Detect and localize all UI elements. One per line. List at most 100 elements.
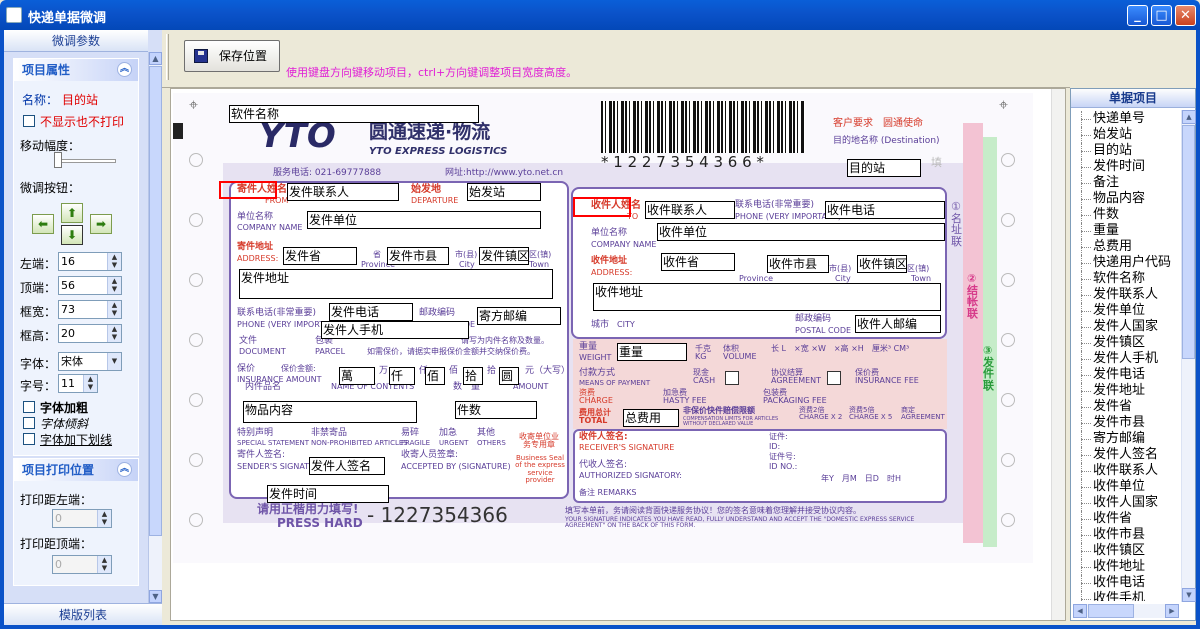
tree-item[interactable]: 收件省 bbox=[1075, 511, 1179, 527]
field-contents[interactable]: 物品内容 bbox=[243, 401, 417, 423]
field-total-fee[interactable]: 总费用 bbox=[623, 409, 679, 427]
font-dropdown-icon[interactable]: ▼ bbox=[107, 353, 121, 370]
height-input[interactable]: 20 ▲ ▼ bbox=[58, 324, 122, 343]
tree-item[interactable]: 物品内容 bbox=[1075, 191, 1179, 207]
print-top-spinner[interactable]: ▲ ▼ bbox=[97, 556, 111, 573]
scroll-down-icon[interactable]: ▼ bbox=[1182, 588, 1196, 602]
tree-item[interactable]: 总费用 bbox=[1075, 239, 1179, 255]
tree-item[interactable]: 发件人手机 bbox=[1075, 351, 1179, 367]
left-spinner[interactable]: ▲ ▼ bbox=[107, 253, 121, 270]
field-sender-district[interactable]: 发件镇区 bbox=[479, 247, 529, 265]
field-receiver-phone[interactable]: 收件电话 bbox=[825, 201, 945, 219]
field-pieces[interactable]: 件数 bbox=[455, 401, 537, 419]
tree-item[interactable]: 发件镇区 bbox=[1075, 335, 1179, 351]
field-receiver-province[interactable]: 收件省 bbox=[661, 253, 735, 271]
left-panel-scrollbar[interactable]: ▲ ▼ bbox=[148, 52, 162, 603]
field-origin[interactable]: 始发站 bbox=[467, 183, 541, 201]
cash-checkbox[interactable] bbox=[725, 371, 739, 385]
move-left-button[interactable]: ⬅ bbox=[32, 214, 54, 234]
tree-item[interactable]: 件数 bbox=[1075, 207, 1179, 223]
field-sender-address[interactable]: 发件地址 bbox=[239, 269, 553, 299]
size-spinner[interactable]: ▲ ▼ bbox=[83, 375, 97, 392]
canvas-scrollbar[interactable] bbox=[1051, 89, 1065, 620]
tree-item[interactable]: 软件名称 bbox=[1075, 271, 1179, 287]
items-tree[interactable]: 快递单号 始发站 目的站 发件时间 备注 物品内容 件数 重量 总费用 快递用户代码 软件名称 发件联… bbox=[1075, 111, 1179, 601]
minimize-button[interactable]: _ bbox=[1127, 5, 1148, 26]
scroll-up-icon[interactable]: ▲ bbox=[149, 52, 162, 65]
field-sender-province[interactable]: 发件省 bbox=[283, 247, 357, 265]
tree-item[interactable]: 发件联系人 bbox=[1075, 287, 1179, 303]
move-range-slider[interactable] bbox=[54, 152, 62, 168]
field-receiver-contact[interactable]: 收件联系人 bbox=[645, 201, 735, 219]
tree-item[interactable]: 收件市县 bbox=[1075, 527, 1179, 543]
tree-item[interactable]: 重量 bbox=[1075, 223, 1179, 239]
tree-item[interactable]: 目的站 bbox=[1075, 143, 1179, 159]
field-sender-postcode[interactable]: 寄方邮编 bbox=[477, 307, 561, 325]
underline-checkbox[interactable] bbox=[23, 433, 35, 445]
field-receiver-address[interactable]: 收件地址 bbox=[593, 283, 941, 311]
tree-item[interactable]: 发件省 bbox=[1075, 399, 1179, 415]
field-sender-mobile[interactable]: 发件人手机 bbox=[321, 321, 469, 339]
agreement-checkbox[interactable] bbox=[827, 371, 841, 385]
template-list-tab[interactable]: 模版列表 bbox=[4, 603, 162, 625]
scroll-left-icon[interactable]: ◀ bbox=[1073, 604, 1087, 618]
print-top-input[interactable]: 0 ▲ ▼ bbox=[52, 555, 112, 574]
field-destination[interactable]: 目的站 bbox=[847, 159, 921, 177]
tree-item[interactable]: 收件手机 bbox=[1075, 591, 1179, 601]
field-weight[interactable]: 重量 bbox=[617, 343, 687, 361]
move-down-button[interactable]: ⬇ bbox=[61, 225, 83, 245]
collapse-icon[interactable]: ︽ bbox=[117, 62, 132, 77]
field-sender-signature[interactable]: 发件人签名 bbox=[309, 457, 385, 475]
collapse-icon[interactable]: ︽ bbox=[117, 462, 132, 477]
width-spinner[interactable]: ▲ ▼ bbox=[107, 301, 121, 318]
tree-item[interactable]: 备注 bbox=[1075, 175, 1179, 191]
print-left-input[interactable]: 0 ▲ ▼ bbox=[52, 509, 112, 528]
tree-item[interactable]: 发件地址 bbox=[1075, 383, 1179, 399]
scroll-right-icon[interactable]: ▶ bbox=[1165, 604, 1179, 618]
tree-item[interactable]: 收件人国家 bbox=[1075, 495, 1179, 511]
field-receiver-company[interactable]: 收件单位 bbox=[657, 223, 945, 241]
tree-item[interactable]: 始发站 bbox=[1075, 127, 1179, 143]
field-wan[interactable]: 萬 bbox=[339, 367, 375, 385]
items-hscroll-thumb[interactable] bbox=[1088, 604, 1134, 618]
field-sender-contact[interactable]: 发件联系人 bbox=[287, 183, 399, 201]
font-select[interactable]: 宋体 ▼ bbox=[58, 352, 122, 371]
tree-item[interactable]: 寄方邮编 bbox=[1075, 431, 1179, 447]
field-send-time[interactable]: 发件时间 bbox=[267, 485, 389, 503]
field-yuan[interactable]: 圆 bbox=[499, 367, 519, 385]
italic-checkbox[interactable] bbox=[23, 417, 35, 429]
tree-item[interactable]: 发件时间 bbox=[1075, 159, 1179, 175]
field-sender-city[interactable]: 发件市县 bbox=[387, 247, 449, 265]
top-spinner[interactable]: ▲ ▼ bbox=[107, 277, 121, 294]
tree-item[interactable]: 收件电话 bbox=[1075, 575, 1179, 591]
props-group-header[interactable]: 项目属性 ︽ bbox=[14, 59, 138, 81]
field-software-name[interactable]: 软件名称 bbox=[229, 105, 479, 123]
field-receiver-district[interactable]: 收件镇区 bbox=[857, 255, 907, 273]
height-spinner[interactable]: ▲ ▼ bbox=[107, 325, 121, 342]
tree-item[interactable]: 收件联系人 bbox=[1075, 463, 1179, 479]
width-input[interactable]: 73 ▲ ▼ bbox=[58, 300, 122, 319]
scroll-down-icon[interactable]: ▼ bbox=[149, 590, 162, 603]
field-sender-phone[interactable]: 发件电话 bbox=[329, 303, 413, 321]
left-input[interactable]: 16 ▲ ▼ bbox=[58, 252, 122, 271]
tree-item[interactable]: 快递单号 bbox=[1075, 111, 1179, 127]
maximize-button[interactable]: □ bbox=[1151, 5, 1172, 26]
items-scroll-thumb[interactable] bbox=[1182, 125, 1195, 359]
tree-item[interactable]: 发件电话 bbox=[1075, 367, 1179, 383]
field-qian[interactable]: 仟 bbox=[389, 367, 415, 385]
tree-item[interactable]: 发件人国家 bbox=[1075, 319, 1179, 335]
tree-item[interactable]: 发件市县 bbox=[1075, 415, 1179, 431]
save-position-button[interactable]: 保存位置 bbox=[184, 40, 280, 72]
bold-checkbox[interactable] bbox=[23, 401, 35, 413]
tree-item[interactable]: 发件人签名 bbox=[1075, 447, 1179, 463]
tree-item[interactable]: 收件地址 bbox=[1075, 559, 1179, 575]
items-hscrollbar[interactable]: ◀ ▶ bbox=[1073, 604, 1179, 618]
tree-item[interactable]: 发件单位 bbox=[1075, 303, 1179, 319]
tree-item[interactable]: 收件镇区 bbox=[1075, 543, 1179, 559]
field-receiver-city[interactable]: 收件市县 bbox=[767, 255, 829, 273]
scroll-up-icon[interactable]: ▲ bbox=[1182, 110, 1196, 124]
field-bai[interactable]: 佰 bbox=[425, 367, 445, 385]
tree-item[interactable]: 快递用户代码 bbox=[1075, 255, 1179, 271]
top-input[interactable]: 56 ▲ ▼ bbox=[58, 276, 122, 295]
print-left-spinner[interactable]: ▲ ▼ bbox=[97, 510, 111, 527]
